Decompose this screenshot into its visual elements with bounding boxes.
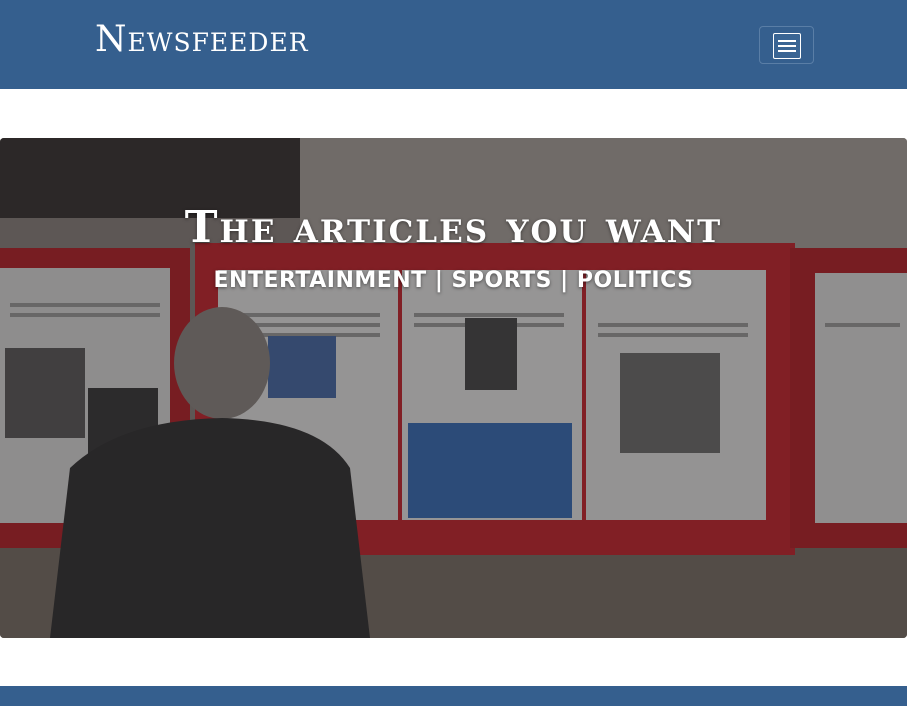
hero-title: The articles you want [184,202,723,253]
menu-bar-line [778,45,796,47]
navbar: Newsfeeder [0,0,907,89]
hamburger-menu-icon [773,33,801,59]
brand-logo[interactable]: Newsfeeder [95,18,309,62]
menu-bar-line [778,50,796,52]
footer-bar [0,686,907,706]
menu-bar-line [778,40,796,42]
hero-subtitle: ENTERTAINMENT | SPORTS | POLITICS [213,268,694,293]
menu-toggle-button[interactable] [759,26,814,64]
hero-banner: The articles you want ENTERTAINMENT | SP… [0,138,907,638]
